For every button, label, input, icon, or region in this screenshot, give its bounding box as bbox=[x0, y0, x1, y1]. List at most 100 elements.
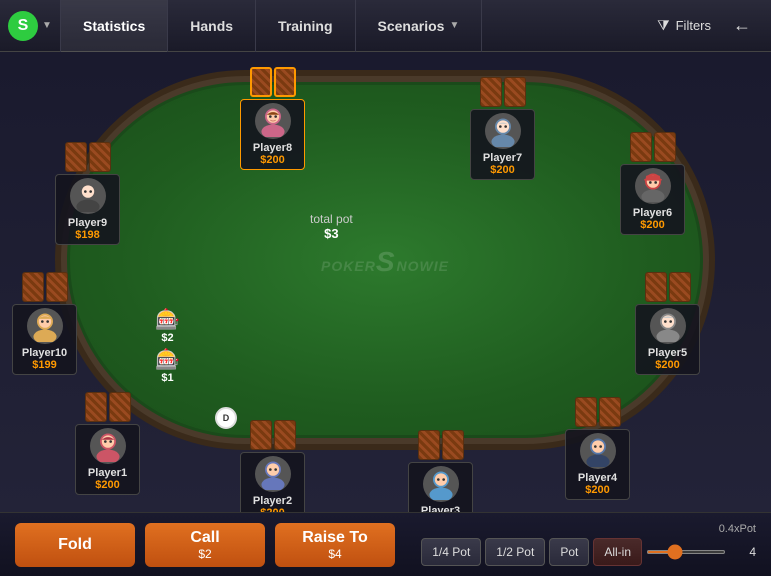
call-amount: $2 bbox=[198, 547, 211, 561]
player-slot-player1: Player1 $200 bbox=[75, 392, 140, 495]
back-button[interactable]: ← bbox=[723, 11, 761, 40]
player9-info: Player9 $198 bbox=[55, 174, 120, 245]
player6-avatar bbox=[635, 168, 671, 204]
filter-icon: ⧩ bbox=[657, 17, 670, 34]
card bbox=[442, 430, 464, 460]
player2-chips: $200 bbox=[249, 507, 296, 512]
player1-avatar bbox=[90, 428, 126, 464]
raise-amount: $4 bbox=[328, 547, 341, 561]
player10-chips: $199 bbox=[21, 359, 68, 371]
allin-button[interactable]: All-in bbox=[593, 538, 642, 566]
nav-bar: Statistics Hands Training Scenarios ▼ bbox=[60, 0, 645, 52]
player8-name: Player8 bbox=[249, 142, 296, 154]
header-right: ⧩ Filters ← bbox=[645, 11, 771, 40]
player10-avatar bbox=[27, 308, 63, 344]
player4-chips: $200 bbox=[574, 484, 621, 496]
card bbox=[669, 272, 691, 302]
nav-item-hands[interactable]: Hands bbox=[168, 0, 256, 52]
avatar-male4-icon bbox=[72, 180, 104, 212]
player-slot-player7: Player7 $200 bbox=[470, 77, 535, 180]
player9-chips: $198 bbox=[64, 229, 111, 241]
table-inner: POKERSNOWIE bbox=[67, 82, 703, 438]
player5-cards bbox=[645, 272, 691, 302]
card bbox=[85, 392, 107, 422]
player-slot-player6: Player6 $200 bbox=[620, 132, 685, 235]
player6-name: Player6 bbox=[629, 207, 676, 219]
pot-button[interactable]: Pot bbox=[549, 538, 589, 566]
player8-chips: $200 bbox=[249, 154, 296, 166]
avatar-male2-icon bbox=[425, 468, 457, 500]
player7-avatar bbox=[485, 113, 521, 149]
player-slot-player4: Player4 $200 bbox=[565, 397, 630, 500]
pot-label: total pot bbox=[310, 212, 353, 226]
card bbox=[46, 272, 68, 302]
player3-info: Player3 $200 bbox=[408, 462, 473, 512]
player7-cards bbox=[480, 77, 526, 107]
player10-name: Player10 bbox=[21, 347, 68, 359]
avatar-male-suit-icon bbox=[582, 435, 614, 467]
player6-info: Player6 $200 bbox=[620, 164, 685, 235]
scenarios-caret-icon: ▼ bbox=[449, 20, 459, 31]
nav-item-scenarios[interactable]: Scenarios ▼ bbox=[356, 0, 483, 52]
card bbox=[274, 420, 296, 450]
pot-amount: $3 bbox=[310, 226, 353, 241]
player-slot-player10: Player10 $199 bbox=[12, 272, 77, 375]
pot-row: 1/4 Pot 1/2 Pot Pot All-in 4 bbox=[421, 538, 756, 566]
filter-button[interactable]: ⧩ Filters bbox=[645, 13, 723, 38]
player3-avatar bbox=[423, 466, 459, 502]
card bbox=[654, 132, 676, 162]
player9-avatar bbox=[70, 178, 106, 214]
player10-info: Player10 $199 bbox=[12, 304, 77, 375]
half-pot-button[interactable]: 1/2 Pot bbox=[485, 538, 545, 566]
player10-cards bbox=[22, 272, 68, 302]
call-button[interactable]: Call $2 bbox=[145, 523, 265, 567]
card bbox=[109, 392, 131, 422]
logo-caret-icon: ▼ bbox=[42, 20, 52, 31]
dealer-chip: D bbox=[215, 407, 237, 429]
fold-button[interactable]: Fold bbox=[15, 523, 135, 567]
card bbox=[89, 142, 111, 172]
card bbox=[250, 67, 272, 97]
raise-button[interactable]: Raise To $4 bbox=[275, 523, 395, 567]
pot-slider[interactable] bbox=[646, 550, 726, 554]
logo-area[interactable]: S ▼ bbox=[0, 11, 60, 41]
nav-item-training[interactable]: Training bbox=[256, 0, 355, 52]
quarter-pot-button[interactable]: 1/4 Pot bbox=[421, 538, 481, 566]
avatar-male-old-icon bbox=[487, 115, 519, 147]
player4-cards bbox=[575, 397, 621, 427]
game-area: POKERSNOWIE total pot $3 D 🎰 $2 🎰 $1 bbox=[0, 52, 771, 512]
avatar-male-hat-icon bbox=[637, 170, 669, 202]
card bbox=[504, 77, 526, 107]
player7-info: Player7 $200 bbox=[470, 109, 535, 180]
pot-multiplier-label: 0.4xPot bbox=[719, 523, 756, 535]
avatar-female3-icon bbox=[29, 310, 61, 342]
player8-avatar bbox=[255, 103, 291, 139]
table-logo: POKERSNOWIE bbox=[321, 242, 449, 279]
player1-info: Player1 $200 bbox=[75, 424, 140, 495]
player5-avatar bbox=[650, 308, 686, 344]
player-slot-player9: Player9 $198 bbox=[55, 142, 120, 245]
card bbox=[65, 142, 87, 172]
player6-cards bbox=[630, 132, 676, 162]
pot-size-controls: 0.4xPot 1/4 Pot 1/2 Pot Pot All-in 4 bbox=[421, 523, 756, 566]
card bbox=[480, 77, 502, 107]
bet-chip-2: 🎰 $1 bbox=[155, 347, 180, 384]
nav-item-statistics[interactable]: Statistics bbox=[60, 0, 168, 52]
player2-avatar bbox=[255, 456, 291, 492]
player9-cards bbox=[65, 142, 111, 172]
player-slot-player2: Player2 $200 bbox=[240, 420, 305, 512]
player2-cards bbox=[250, 420, 296, 450]
card bbox=[630, 132, 652, 162]
card bbox=[22, 272, 44, 302]
player4-avatar bbox=[580, 433, 616, 469]
card bbox=[274, 67, 296, 97]
action-bar: Fold Call $2 Raise To $4 0.4xPot 1/4 Pot… bbox=[0, 512, 771, 576]
pot-info: total pot $3 bbox=[310, 212, 353, 241]
pot-slider-value: 4 bbox=[731, 545, 756, 559]
logo-icon: S bbox=[8, 11, 38, 41]
header: S ▼ Statistics Hands Training Scenarios … bbox=[0, 0, 771, 52]
player1-cards bbox=[85, 392, 131, 422]
avatar-male3-icon bbox=[257, 458, 289, 490]
avatar-male-old2-icon bbox=[652, 310, 684, 342]
player5-name: Player5 bbox=[644, 347, 691, 359]
